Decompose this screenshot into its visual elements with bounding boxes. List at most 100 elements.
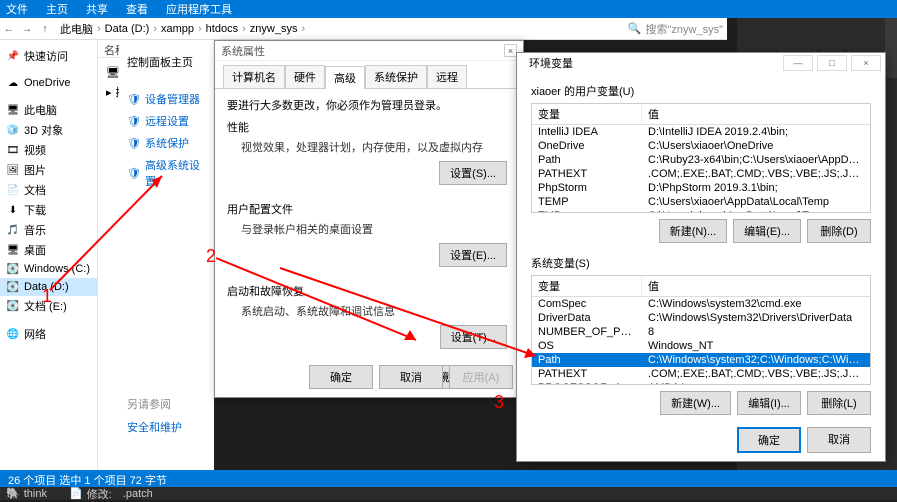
nav-back-icon[interactable]: ←	[0, 20, 18, 38]
col-name[interactable]: 变量	[532, 104, 642, 124]
bottom-status-bar: 🐘 think 📄 修改: .patch	[0, 487, 897, 500]
ok-button[interactable]: 确定	[309, 365, 373, 389]
table-row[interactable]: DriverDataC:\Windows\System32\Drivers\Dr…	[532, 311, 870, 325]
user-settings-button[interactable]: 设置(E)...	[439, 243, 507, 267]
user-vars-table[interactable]: 变量 值 IntelliJ IDEAD:\IntelliJ IDEA 2019.…	[531, 103, 871, 213]
nav-network[interactable]: 🌐网络	[0, 324, 97, 344]
tab-remote[interactable]: 远程	[427, 65, 467, 88]
table-row[interactable]: PathC:\Windows\system32;C:\Windows;C:\Wi…	[532, 353, 870, 367]
breadcrumb[interactable]: 此电脑› Data (D:)› xampp› htdocs› znyw_sys›	[54, 21, 624, 37]
address-bar-row: ← → ↑ 此电脑› Data (D:)› xampp› htdocs› zny…	[0, 18, 727, 40]
nav-drive-e[interactable]: 💽文档 (E:)	[0, 296, 97, 316]
breadcrumb-part[interactable]: znyw_sys	[250, 23, 298, 35]
col-value[interactable]: 值	[642, 104, 870, 124]
video-icon: 🎞	[6, 143, 20, 157]
env-variables-dialog: 环境变量 — □ × xiaoer 的用户变量(U) 变量 值 IntelliJ…	[516, 52, 886, 462]
cancel-button[interactable]: 取消	[379, 365, 443, 389]
breadcrumb-part[interactable]: Data (D:)	[105, 23, 150, 35]
minimize-icon[interactable]: —	[783, 55, 813, 71]
maximize-icon[interactable]: □	[817, 55, 847, 71]
tab-hardware[interactable]: 硬件	[285, 65, 325, 88]
dialog-body: 要进行大多数更改，你必须作为管理员登录。 性能 视觉效果，处理器计划，内存使用，…	[215, 89, 523, 407]
tab-strip: 计算机名 硬件 高级 系统保护 远程	[215, 61, 523, 89]
cp-device-manager[interactable]: 🛡设备管理器	[123, 88, 210, 110]
cp-advanced-settings[interactable]: 🛡高级系统设置	[123, 154, 210, 192]
startup-desc: 系统启动、系统故障和调试信息	[227, 299, 511, 319]
startup-settings-button[interactable]: 设置(T)...	[440, 325, 507, 349]
breadcrumb-part[interactable]: xampp	[161, 23, 194, 35]
nav-3dobjects[interactable]: 🧊3D 对象	[0, 120, 97, 140]
menu-share[interactable]: 共享	[86, 1, 108, 17]
user-profile-label: 用户配置文件	[227, 201, 511, 217]
sys-delete-button[interactable]: 删除(L)	[807, 391, 871, 415]
env-ok-button[interactable]: 确定	[737, 427, 801, 453]
env-dialog-title: 环境变量	[521, 53, 581, 73]
shield-icon: 🛡	[127, 167, 141, 180]
nav-up-icon[interactable]: ↑	[36, 20, 54, 38]
search-box[interactable]: 🔍 搜索"znyw_sys"	[624, 21, 727, 37]
table-row[interactable]: OSWindows_NT	[532, 339, 870, 353]
desktop-icon: 🖥	[6, 243, 20, 257]
nav-drive-c[interactable]: 💽Windows (C:)	[0, 260, 97, 278]
nav-quick-access[interactable]: 📌快速访问	[0, 46, 97, 66]
table-row[interactable]: OneDriveC:\Users\xiaoer\OneDrive	[532, 139, 870, 153]
patch-tag[interactable]: 📄 修改: .patch	[63, 486, 159, 502]
cp-see-also-label: 另请参阅	[123, 392, 210, 416]
nav-thispc[interactable]: 🖥此电脑	[0, 100, 97, 120]
col-value[interactable]: 值	[642, 276, 870, 296]
doc-icon: 📄	[6, 183, 20, 197]
user-delete-button[interactable]: 删除(D)	[807, 219, 871, 243]
nav-onedrive[interactable]: ☁OneDrive	[0, 74, 97, 92]
col-name[interactable]: 变量	[532, 276, 642, 296]
table-row[interactable]: NUMBER_OF_PROCESSORS8	[532, 325, 870, 339]
table-row[interactable]: TEMPC:\Users\xiaoer\AppData\Local\Temp	[532, 195, 870, 209]
cp-security-maintenance[interactable]: 安全和维护	[123, 416, 210, 438]
nav-pictures[interactable]: 🖼图片	[0, 160, 97, 180]
table-row[interactable]: PhpStormD:\PhpStorm 2019.3.1\bin;	[532, 181, 870, 195]
chevron-right-icon: ›	[95, 23, 103, 35]
table-row[interactable]: IntelliJ IDEAD:\IntelliJ IDEA 2019.2.4\b…	[532, 125, 870, 139]
nav-drive-d[interactable]: 💽Data (D:)	[0, 278, 97, 296]
cp-home[interactable]: 控制面板主页	[123, 44, 210, 76]
close-icon[interactable]: ×	[851, 55, 881, 71]
menu-home[interactable]: 主页	[46, 1, 68, 17]
sys-edit-button[interactable]: 编辑(I)...	[737, 391, 801, 415]
cp-remote-settings[interactable]: 🛡远程设置	[123, 110, 210, 132]
cp-system-protection[interactable]: 🛡系统保护	[123, 132, 210, 154]
nav-documents[interactable]: 📄文档	[0, 180, 97, 200]
chevron-right-icon: ›	[299, 23, 307, 35]
table-row[interactable]: PATHEXT.COM;.EXE;.BAT;.CMD;.VBS;.VBE;.JS…	[532, 167, 870, 181]
menu-apptools[interactable]: 应用程序工具	[166, 1, 232, 17]
menu-file[interactable]: 文件	[6, 1, 28, 17]
perf-label: 性能	[227, 119, 511, 135]
env-cancel-button[interactable]: 取消	[807, 427, 871, 453]
nav-desktop[interactable]: 🖥桌面	[0, 240, 97, 260]
perf-settings-button[interactable]: 设置(S)...	[439, 161, 507, 185]
nav-music[interactable]: 🎵音乐	[0, 220, 97, 240]
pc-icon: 🖥	[6, 103, 20, 117]
sys-vars-table[interactable]: 变量 值 ComSpecC:\Windows\system32\cmd.exeD…	[531, 275, 871, 385]
nav-videos[interactable]: 🎞视频	[0, 140, 97, 160]
admin-note: 要进行大多数更改，你必须作为管理员登录。	[227, 97, 511, 113]
table-row[interactable]: PATHEXT.COM;.EXE;.BAT;.CMD;.VBS;.VBE;.JS…	[532, 367, 870, 381]
search-placeholder: 搜索"znyw_sys"	[646, 21, 724, 37]
sys-new-button[interactable]: 新建(W)...	[660, 391, 731, 415]
tab-computer-name[interactable]: 计算机名	[223, 65, 285, 88]
user-edit-button[interactable]: 编辑(E)...	[733, 219, 801, 243]
table-row[interactable]: ComSpecC:\Windows\system32\cmd.exe	[532, 297, 870, 311]
apply-button[interactable]: 应用(A)	[449, 365, 513, 389]
nav-downloads[interactable]: ⬇下载	[0, 200, 97, 220]
breadcrumb-part[interactable]: 此电脑	[60, 21, 93, 37]
user-new-button[interactable]: 新建(N)...	[659, 219, 727, 243]
table-row[interactable]: PathC:\Ruby23-x64\bin;C:\Users\xiaoer\Ap…	[532, 153, 870, 167]
startup-label: 启动和故障恢复	[227, 283, 511, 299]
think-tag[interactable]: 🐘 think	[0, 487, 53, 500]
dark-panel-side	[885, 18, 897, 78]
menu-view[interactable]: 查看	[126, 1, 148, 17]
tab-system-protection[interactable]: 系统保护	[365, 65, 427, 88]
env-dialog-titlebar: 环境变量 — □ ×	[517, 53, 885, 73]
nav-forward-icon[interactable]: →	[18, 20, 36, 38]
shield-icon: 🛡	[127, 93, 141, 106]
tab-advanced[interactable]: 高级	[325, 66, 365, 89]
breadcrumb-part[interactable]: htdocs	[206, 23, 238, 35]
